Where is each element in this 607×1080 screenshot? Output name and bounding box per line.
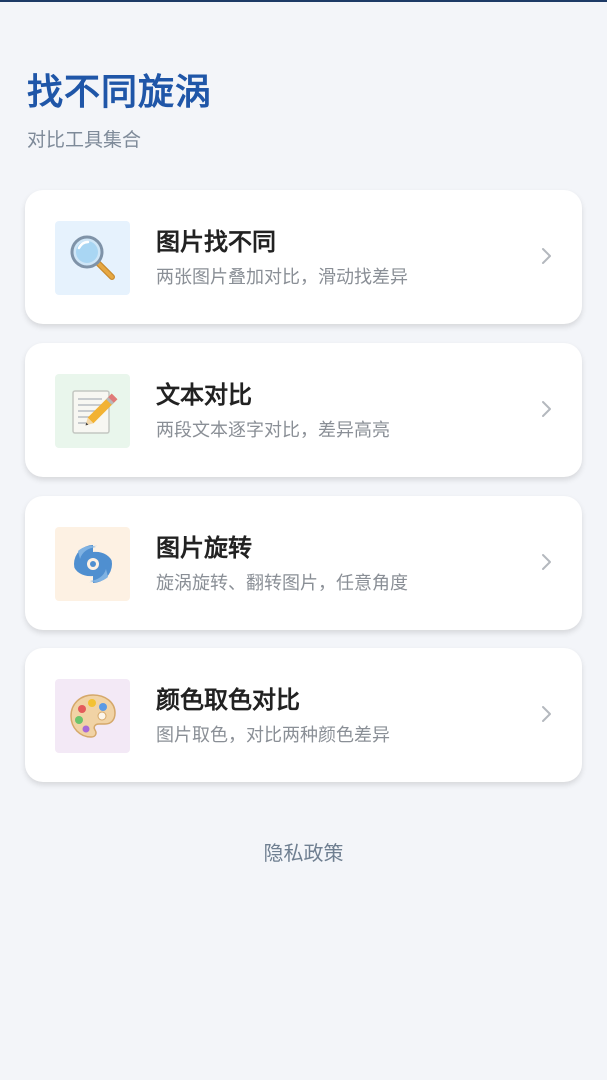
card-image-rotate[interactable]: 图片旋转 旋涡旋转、翻转图片，任意角度 bbox=[25, 496, 582, 630]
card-description: 图片取色，对比两种颜色差异 bbox=[156, 725, 390, 746]
card-color-compare[interactable]: 颜色取色对比 图片取色，对比两种颜色差异 bbox=[25, 648, 582, 782]
card-image-diff[interactable]: 图片找不同 两张图片叠加对比，滑动找差异 bbox=[25, 190, 582, 324]
cyclone-icon bbox=[72, 545, 113, 583]
chevron-right-icon bbox=[542, 554, 551, 570]
card-title: 文本对比 bbox=[156, 381, 252, 409]
card-title: 图片旋转 bbox=[156, 534, 252, 562]
card-text-compare[interactable]: 文本对比 两段文本逐字对比，差异高亮 bbox=[25, 343, 582, 477]
privacy-policy-link[interactable]: 隐私政策 bbox=[0, 838, 607, 868]
card-description: 两段文本逐字对比，差异高亮 bbox=[156, 420, 390, 441]
card-icon-container bbox=[55, 527, 130, 601]
memo-pencil-icon bbox=[71, 390, 117, 434]
card-description: 两张图片叠加对比，滑动找差异 bbox=[156, 267, 408, 288]
chevron-right-icon bbox=[542, 248, 551, 264]
card-description: 旋涡旋转、翻转图片，任意角度 bbox=[156, 573, 408, 594]
top-divider bbox=[0, 0, 607, 2]
chevron-right-icon bbox=[542, 706, 551, 722]
chevron-right-icon bbox=[542, 401, 551, 417]
card-icon-container bbox=[55, 679, 130, 753]
palette-icon bbox=[69, 694, 116, 738]
magnifier-icon bbox=[70, 235, 115, 280]
card-title: 颜色取色对比 bbox=[156, 686, 300, 714]
card-title: 图片找不同 bbox=[156, 228, 276, 256]
app-title: 找不同旋涡 bbox=[27, 72, 213, 113]
app-subtitle: 对比工具集合 bbox=[27, 129, 142, 151]
card-icon-container bbox=[55, 374, 130, 448]
card-icon-container bbox=[55, 221, 130, 295]
